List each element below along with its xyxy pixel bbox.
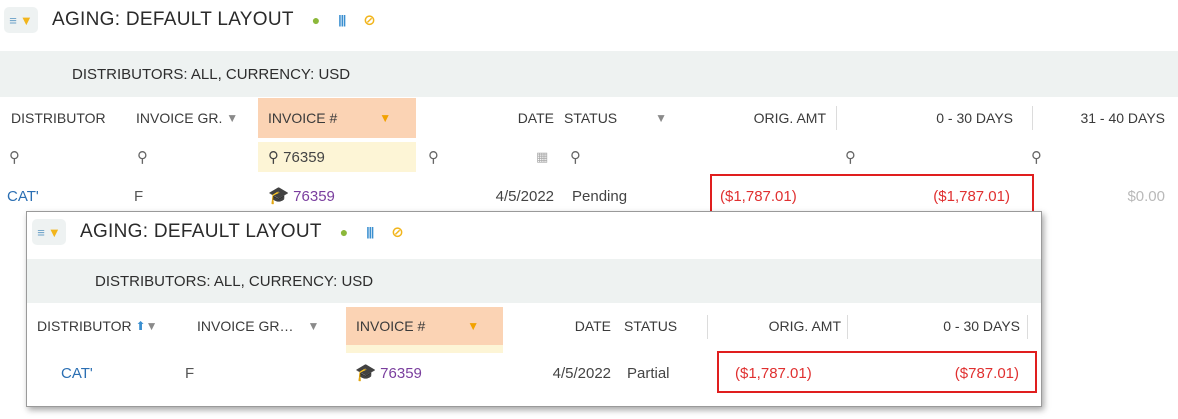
- search-icon[interactable]: ⚲: [1031, 142, 1051, 172]
- header-invoice-group[interactable]: INVOICE GR. ▼: [136, 98, 256, 138]
- filter-summary-band: DISTRIBUTORS: ALL, CURRENCY: USD: [27, 259, 1041, 303]
- invoice-number-cell[interactable]: 🎓 76359: [355, 357, 422, 389]
- search-icon: ⚲: [268, 149, 279, 166]
- info-icon[interactable]: ●: [312, 12, 320, 28]
- header-status[interactable]: STATUS: [624, 307, 704, 345]
- funnel-icon[interactable]: ▼: [146, 319, 158, 333]
- funnel-icon[interactable]: ▼: [226, 111, 238, 125]
- funnel-icon: ▼: [19, 12, 33, 28]
- column-header-row: DISTRIBUTOR INVOICE GR. ▼ INVOICE # ▼ DAT…: [0, 98, 1178, 138]
- calendar-icon[interactable]: ▦: [536, 142, 554, 172]
- list-icon: ≡: [9, 12, 17, 28]
- header-0-30-days[interactable]: 0 - 30 DAYS: [846, 98, 1013, 138]
- layout-title: AGING: DEFAULT LAYOUT: [52, 9, 294, 30]
- column-divider[interactable]: [836, 106, 837, 130]
- search-icon[interactable]: ⚲: [845, 142, 865, 172]
- search-icon[interactable]: ⚲: [428, 142, 448, 172]
- header-0-30-days[interactable]: 0 - 30 DAYS: [857, 307, 1020, 345]
- header-status[interactable]: STATUS ▼: [564, 98, 694, 138]
- percent-icon[interactable]: ⊘: [363, 11, 376, 29]
- sort-up-icon[interactable]: ⬆: [136, 319, 146, 333]
- graduation-cap-icon: 🎓: [355, 363, 377, 382]
- invoice-filter-input[interactable]: ⚲ 76359: [258, 142, 416, 172]
- funnel-icon[interactable]: ▼: [379, 111, 391, 125]
- days-31-40-cell: $0.00: [1127, 187, 1165, 205]
- invoice-column-highlight: [346, 345, 503, 353]
- search-icon[interactable]: ⚲: [9, 142, 29, 172]
- header-invoice-number[interactable]: INVOICE # ▼: [258, 98, 416, 138]
- graduation-cap-icon: 🎓: [268, 186, 290, 205]
- annotation-highlight-box: [710, 174, 1034, 214]
- header-31-40-days[interactable]: 31 - 40 DAYS: [1040, 98, 1165, 138]
- header-date[interactable]: DATE: [420, 98, 554, 138]
- date-cell: 4/5/2022: [552, 364, 611, 382]
- invoice-group-cell: F: [134, 187, 144, 205]
- filter-summary-band: DISTRIBUTORS: ALL, CURRENCY: USD: [0, 51, 1178, 97]
- status-cell: Pending: [572, 187, 628, 205]
- grid-toolbar: ≡ ▼ AGING: DEFAULT LAYOUT ● ||| ⊘: [4, 7, 376, 33]
- funnel-icon[interactable]: ▼: [655, 111, 667, 125]
- percent-icon[interactable]: ⊘: [391, 223, 404, 241]
- grid-menu-button[interactable]: ≡ ▼: [32, 219, 66, 245]
- distributor-cell[interactable]: CAT': [61, 357, 93, 389]
- header-date[interactable]: DATE: [507, 307, 611, 345]
- columns-icon[interactable]: |||: [338, 13, 346, 27]
- grid-toolbar: ≡ ▼ AGING: DEFAULT LAYOUT ● ||| ⊘: [32, 219, 404, 245]
- invoice-group-cell: F: [185, 364, 195, 382]
- aging-grid-overlay: ≡ ▼ AGING: DEFAULT LAYOUT ● ||| ⊘ DISTRI…: [26, 211, 1042, 407]
- column-divider[interactable]: [707, 315, 708, 339]
- header-distributor[interactable]: DISTRIBUTOR: [11, 98, 126, 138]
- funnel-icon[interactable]: ▼: [307, 319, 319, 333]
- column-divider[interactable]: [1032, 106, 1033, 130]
- header-invoice-number[interactable]: INVOICE # ▼: [346, 307, 503, 345]
- column-divider[interactable]: [1027, 315, 1028, 339]
- info-icon[interactable]: ●: [340, 224, 348, 240]
- invoice-number-cell[interactable]: 🎓 76359: [268, 181, 335, 211]
- layout-title: AGING: DEFAULT LAYOUT: [80, 221, 322, 242]
- distributor-cell[interactable]: CAT': [7, 181, 39, 211]
- filter-summary-text: DISTRIBUTORS: ALL, CURRENCY: USD: [72, 65, 351, 83]
- funnel-icon[interactable]: ▼: [467, 319, 479, 333]
- columns-icon[interactable]: |||: [366, 225, 374, 239]
- header-orig-amt[interactable]: ORIG. AMT: [700, 98, 826, 138]
- status-cell: Partial: [627, 364, 670, 382]
- list-icon: ≡: [37, 224, 45, 240]
- column-divider[interactable]: [847, 315, 848, 339]
- header-orig-amt[interactable]: ORIG. AMT: [717, 307, 841, 345]
- date-cell: 4/5/2022: [495, 187, 554, 205]
- header-distributor[interactable]: DISTRIBUTOR ⬆ ▼: [37, 307, 187, 345]
- annotation-highlight-box: [717, 351, 1037, 393]
- funnel-icon: ▼: [47, 224, 61, 240]
- filter-summary-text: DISTRIBUTORS: ALL, CURRENCY: USD: [95, 272, 374, 290]
- search-icon[interactable]: ⚲: [137, 142, 157, 172]
- header-invoice-group[interactable]: INVOICE GR… ▼: [197, 307, 337, 345]
- search-icon[interactable]: ⚲: [570, 142, 590, 172]
- column-header-row: DISTRIBUTOR ⬆ ▼ INVOICE GR… ▼ INVOICE # …: [27, 307, 1041, 345]
- filter-row: ⚲ ⚲ ⚲ 76359 ⚲ ▦ ⚲ ⚲ ⚲: [0, 142, 1178, 172]
- grid-menu-button[interactable]: ≡ ▼: [4, 7, 38, 33]
